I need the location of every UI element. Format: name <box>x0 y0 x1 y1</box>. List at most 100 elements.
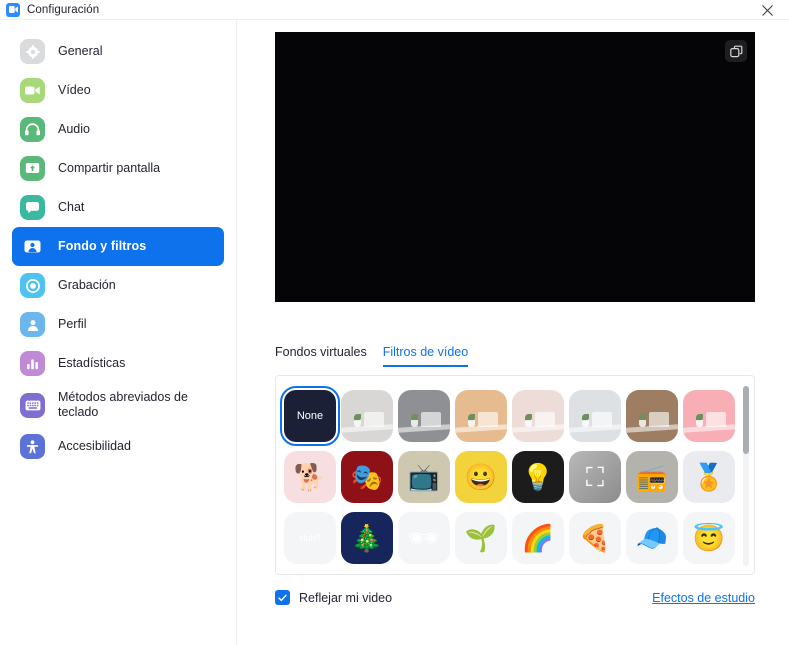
sidebar-item-label: Estadísticas <box>58 356 126 370</box>
scene-thumbnail <box>683 390 735 442</box>
sidebar-item-label: Chat <box>58 200 85 214</box>
sidebar-item-label: Vídeo <box>58 83 91 97</box>
sidebar-item-label: Métodos abreviados de teclado <box>58 390 188 419</box>
sidebar-item-background-filters[interactable]: Fondo y filtros <box>12 227 224 266</box>
sidebar-item-label: Grabación <box>58 278 116 292</box>
filter-none[interactable]: None <box>280 386 340 446</box>
mirror-video-label: Reflejar mi video <box>299 590 393 605</box>
filter-perro-corgi[interactable]: 🐕 <box>284 451 336 503</box>
sidebar-item-label: Accesibilidad <box>58 439 131 453</box>
rainbow-icon: 🌈 <box>521 523 555 553</box>
bar-chart-icon <box>20 351 45 376</box>
scene-thumbnail <box>569 390 621 442</box>
zoom-logo-icon <box>6 2 20 17</box>
filters-scrollbar-thumb[interactable] <box>743 386 749 454</box>
award-ribbon-icon: 🏅 <box>692 462 726 492</box>
vanity-lights-icon: 💡 <box>521 462 555 492</box>
mirror-video-checkbox[interactable] <box>275 590 290 605</box>
settings-sidebar: General Vídeo Audio Compartir pantalla C… <box>0 20 237 645</box>
person-frame-icon <box>20 234 45 259</box>
filter-marron[interactable] <box>626 390 678 442</box>
sidebar-item-screen-share[interactable]: Compartir pantalla <box>12 149 224 188</box>
filter-gafas-pixel[interactable]: 🕶 <box>398 512 450 564</box>
filter-tv-retro[interactable]: 📺 <box>398 451 450 503</box>
filter-azul-grisaceo[interactable] <box>569 390 621 442</box>
filter-globo-huh[interactable]: Huh? <box>284 512 336 564</box>
sidebar-item-label: Audio <box>58 122 90 136</box>
sprout-face-icon: 🌱 <box>464 523 498 553</box>
close-icon[interactable] <box>745 0 789 20</box>
person-icon <box>20 312 45 337</box>
filter-luces-navidad[interactable]: 🎄 <box>341 512 393 564</box>
tab-virtual-backgrounds[interactable]: Fondos virtuales <box>275 345 367 367</box>
filter-rosa-palido[interactable] <box>512 390 564 442</box>
filter-tabs: Fondos virtuales Filtros de vídeo <box>275 345 469 367</box>
video-filters-grid: None 🐕 🎭 📺 😀 💡 ⛶ 📻 🏅 Huh? 🎄 🕶 🌱 🌈 🍕 🧢 😇 <box>276 384 754 564</box>
sidebar-item-chat[interactable]: Chat <box>12 188 224 227</box>
sidebar-item-recording[interactable]: Grabación <box>12 266 224 305</box>
tab-video-filters[interactable]: Filtros de vídeo <box>382 345 469 367</box>
focus-frame-icon: ⛶ <box>585 462 605 492</box>
chat-bubble-icon <box>20 195 45 220</box>
studio-effects-link[interactable]: Efectos de estudio <box>652 591 755 605</box>
retro-tv-icon: 📺 <box>407 462 441 492</box>
sidebar-item-profile[interactable]: Perfil <box>12 305 224 344</box>
filter-gris-claro[interactable] <box>341 390 393 442</box>
sidebar-item-accessibility[interactable]: Accesibilidad <box>12 427 224 466</box>
sidebar-item-label: Compartir pantalla <box>58 161 161 175</box>
sidebar-item-label: Fondo y filtros <box>58 239 147 253</box>
mirror-video-checkbox-row[interactable]: Reflejar mi video <box>275 590 392 605</box>
filter-marco-enfoque[interactable]: ⛶ <box>569 451 621 503</box>
filter-arcoiris[interactable]: 🌈 <box>512 512 564 564</box>
pizza-face-icon: 🍕 <box>578 523 612 553</box>
string-lights-icon: 🎄 <box>350 523 384 553</box>
filter-brote-kawaii[interactable]: 🌱 <box>455 512 507 564</box>
filter-tv-vintage[interactable]: 📻 <box>626 451 678 503</box>
speech-bubble-icon: Huh? <box>299 532 321 543</box>
filters-scrollbar[interactable] <box>743 386 749 566</box>
filters-bottom-bar: Reflejar mi video Efectos de estudio <box>275 590 755 605</box>
snapshot-icon[interactable] <box>725 40 747 62</box>
filter-gris-medio[interactable] <box>398 390 450 442</box>
filter-escarapela[interactable]: 🏅 <box>683 451 735 503</box>
scene-thumbnail <box>455 390 507 442</box>
screen-share-icon <box>20 156 45 181</box>
video-camera-icon <box>20 78 45 103</box>
halo-face-icon: 😇 <box>692 523 726 553</box>
filter-pizza[interactable]: 🍕 <box>569 512 621 564</box>
filter-rosa-intenso[interactable] <box>683 390 735 442</box>
scene-thumbnail <box>626 390 678 442</box>
filter-gorra[interactable]: 🧢 <box>626 512 678 564</box>
sidebar-item-label: General <box>58 44 103 58</box>
video-filters-panel: None 🐕 🎭 📺 😀 💡 ⛶ 📻 🏅 Huh? 🎄 🕶 🌱 🌈 🍕 🧢 😇 <box>275 375 755 575</box>
sidebar-item-statistics[interactable]: Estadísticas <box>12 344 224 383</box>
filter-cortinas-teatro[interactable]: 🎭 <box>341 451 393 503</box>
title-bar: Configuración <box>0 0 789 20</box>
filter-marco-emojis[interactable]: 😀 <box>455 451 507 503</box>
sidebar-item-video[interactable]: Vídeo <box>12 71 224 110</box>
settings-window: Configuración General Vídeo Audio Compar… <box>0 0 789 645</box>
scene-thumbnail <box>341 390 393 442</box>
sidebar-item-audio[interactable]: Audio <box>12 110 224 149</box>
accessibility-icon <box>20 434 45 459</box>
theater-curtain-icon: 🎭 <box>350 462 384 492</box>
sidebar-item-keyboard-shortcuts[interactable]: Métodos abreviados de teclado <box>12 383 224 427</box>
filter-luces-camerino[interactable]: 💡 <box>512 451 564 503</box>
filter-durazno[interactable] <box>455 390 507 442</box>
filter-aureola[interactable]: 😇 <box>683 512 735 564</box>
keyboard-icon <box>20 392 45 418</box>
pixel-sunglasses-icon: 🕶 <box>407 523 441 553</box>
record-circle-icon <box>20 273 45 298</box>
headphones-icon <box>20 117 45 142</box>
gear-icon <box>20 39 45 64</box>
settings-content-pane: Fondos virtuales Filtros de vídeo None 🐕… <box>237 20 789 645</box>
cap-face-icon: 🧢 <box>635 523 669 553</box>
vintage-tv-icon: 📻 <box>635 462 669 492</box>
video-preview <box>275 32 755 302</box>
scene-thumbnail <box>512 390 564 442</box>
emoji-frame-icon: 😀 <box>464 462 498 492</box>
filter-label: None <box>296 410 324 422</box>
scene-thumbnail <box>398 390 450 442</box>
sidebar-item-general[interactable]: General <box>12 32 224 71</box>
window-title: Configuración <box>27 3 100 16</box>
